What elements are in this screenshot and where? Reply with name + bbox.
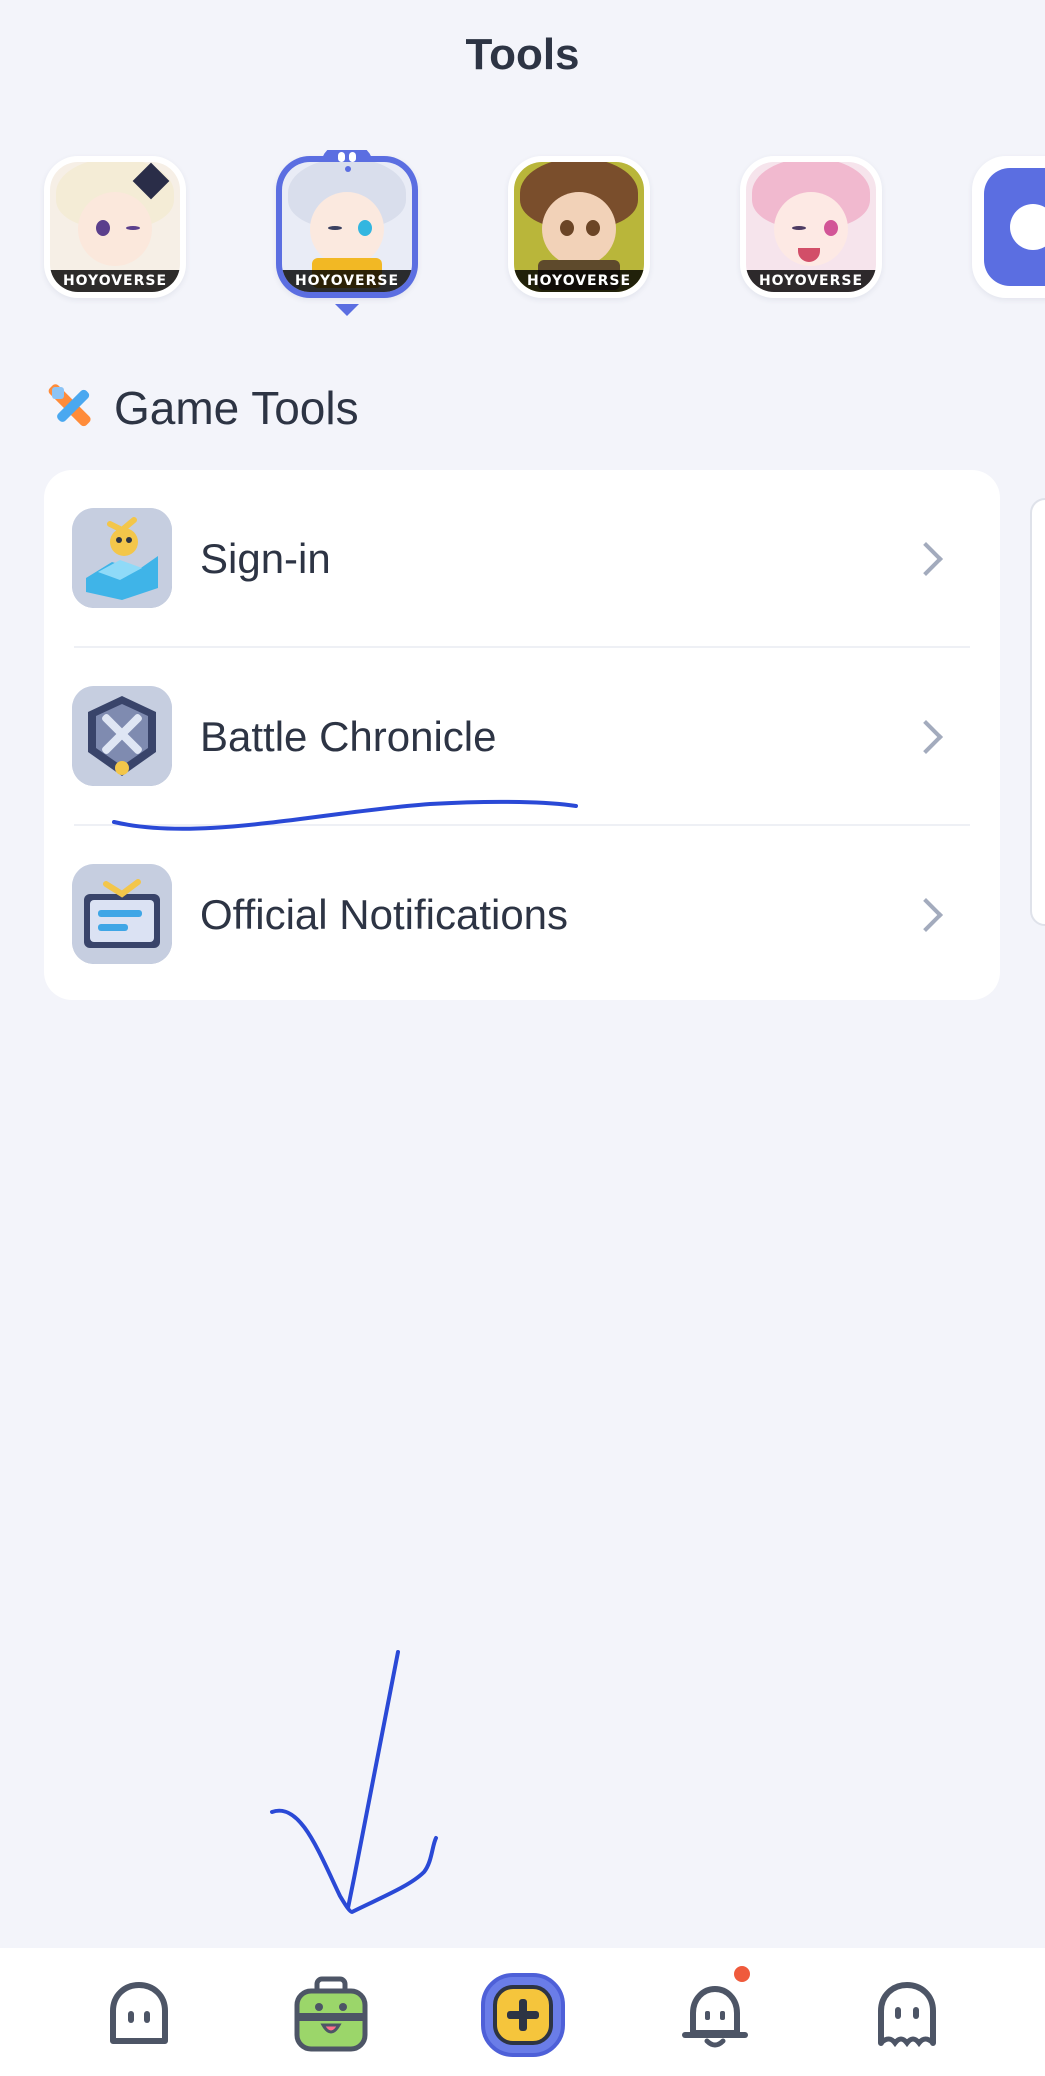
game-tools-card: Sign-in Battle Chronicle Official Notifi… xyxy=(44,470,1000,1000)
section-header: Game Tools xyxy=(46,378,359,438)
chevron-right-icon xyxy=(909,719,943,754)
nav-profile[interactable] xyxy=(862,1970,952,2060)
nav-notifications[interactable] xyxy=(670,1966,760,2060)
home-icon xyxy=(110,1982,168,2044)
chevron-right-icon xyxy=(909,897,943,932)
community-app-icon xyxy=(984,168,1045,286)
game-tile-3[interactable]: HOYOVERSE xyxy=(508,156,650,298)
toolbox-icon xyxy=(294,1976,368,2052)
tool-row-battle-chronicle[interactable]: Battle Chronicle xyxy=(44,648,1000,825)
side-panel-edge[interactable] xyxy=(1030,498,1045,926)
tool-row-official-notifications[interactable]: Official Notifications xyxy=(44,826,1000,1003)
game-brand-label: HOYOVERSE xyxy=(746,270,876,292)
game-tile-2-active[interactable]: HOYOVERSE xyxy=(276,150,418,298)
notification-badge xyxy=(734,1966,750,1982)
arrow-annotation xyxy=(270,1650,438,1914)
game-brand-label: HOYOVERSE xyxy=(514,270,644,292)
game-brand-label: HOYOVERSE xyxy=(50,270,180,292)
nav-tools-active[interactable] xyxy=(286,1970,376,2060)
tool-label: Official Notifications xyxy=(200,890,569,938)
section-title: Game Tools xyxy=(114,382,359,434)
add-post-icon xyxy=(481,1973,565,2057)
nav-home[interactable] xyxy=(94,1970,184,2060)
tool-row-sign-in[interactable]: Sign-in xyxy=(44,470,1000,647)
tools-icon xyxy=(48,384,91,427)
active-game-dot xyxy=(345,166,351,172)
page-title: Tools xyxy=(465,30,580,79)
bottom-nav-bar xyxy=(0,1948,1045,2076)
game-tile-4[interactable]: HOYOVERSE xyxy=(740,156,882,298)
game-tile-1[interactable]: HOYOVERSE xyxy=(44,156,186,298)
battle-chronicle-icon xyxy=(72,686,172,786)
tool-label: Battle Chronicle xyxy=(200,712,497,760)
game-brand-label: HOYOVERSE xyxy=(282,270,412,292)
notifications-icon xyxy=(72,864,172,964)
sign-in-icon xyxy=(72,508,172,608)
chevron-right-icon xyxy=(909,541,943,576)
profile-icon xyxy=(878,1981,936,2048)
game-tile-5-partial[interactable] xyxy=(972,156,1045,298)
bell-icon xyxy=(682,1986,748,2048)
nav-add-post[interactable] xyxy=(478,1970,568,2060)
game-switcher: HOYOVERSE HOYOVERSE HOYOVERSE HOYOVERSE xyxy=(0,150,1045,330)
tool-label: Sign-in xyxy=(200,534,331,582)
